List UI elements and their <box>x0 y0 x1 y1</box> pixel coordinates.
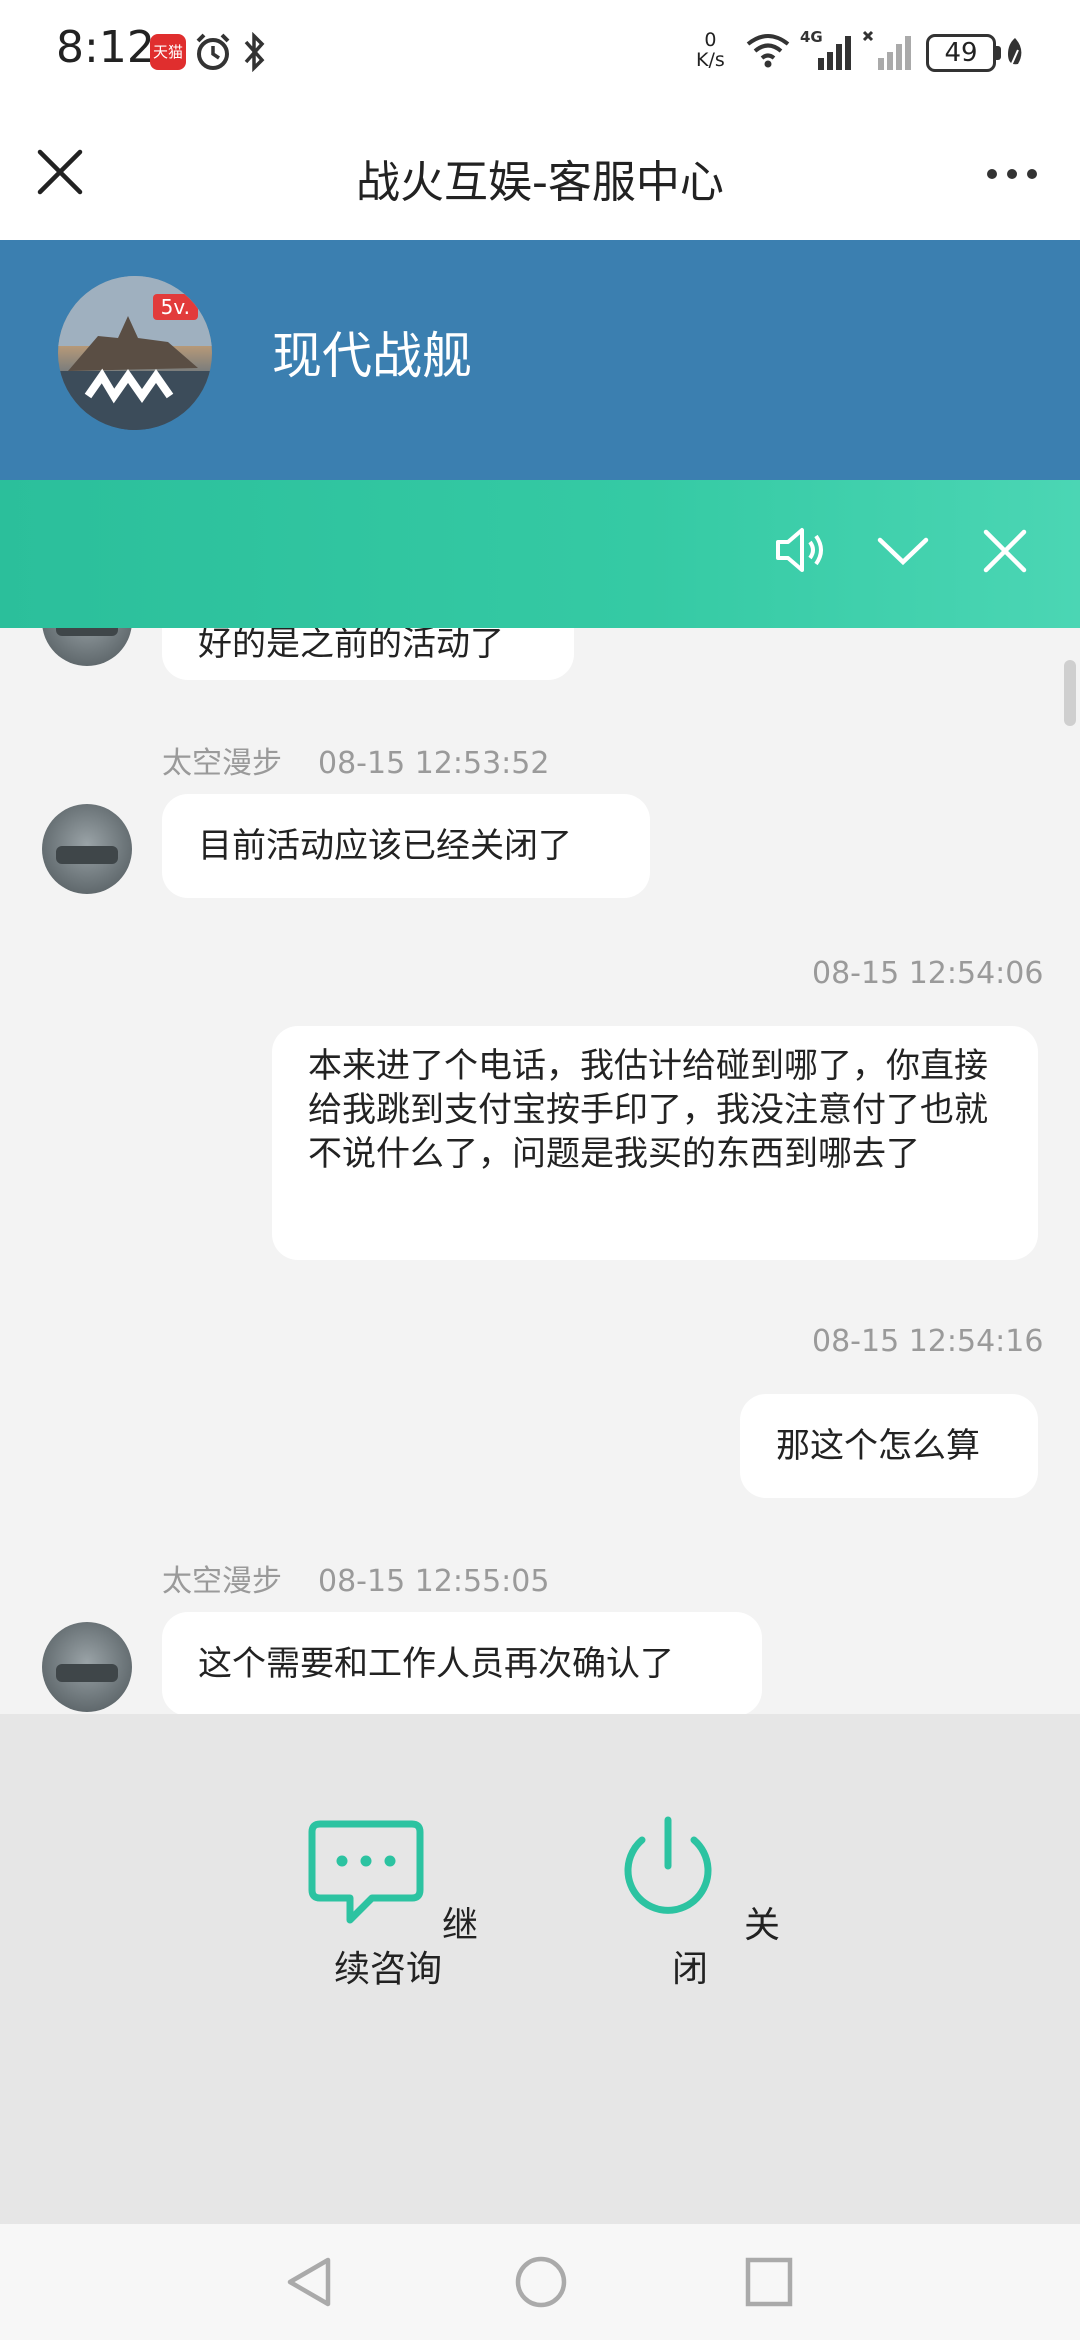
message-time: 08-15 12:53:52 <box>318 746 550 781</box>
message-time: 08-15 12:54:16 <box>812 1324 1044 1359</box>
more-dots-icon[interactable] <box>986 166 1038 185</box>
status-bar: 8:12 天猫 0 K/s 4G 49 <box>0 0 1080 104</box>
system-nav-bar <box>0 2224 1080 2340</box>
chat-area[interactable]: 好的是之前的活动了 太空漫步 08-15 12:53:52 目前活动应该已经关闭了… <box>0 628 1080 1714</box>
bluetooth-icon <box>242 31 266 76</box>
network-speed-value: 0 <box>704 29 717 51</box>
message-text: 本来进了个电话，我估计给碰到哪了，你直接给我跳到支付宝按手印了，我没注意付了也就… <box>308 1046 988 1174</box>
message-sender: 太空漫步 <box>162 1564 282 1599</box>
wifi-icon <box>744 30 792 74</box>
close-label-b: 闭 <box>672 1949 709 1990</box>
home-nav-icon[interactable] <box>514 2254 568 2314</box>
page-title: 战火互娱-客服中心 <box>356 157 724 208</box>
title-bar: 战火互娱-客服中心 <box>0 104 1080 240</box>
continue-label-a: 继 <box>442 1905 479 1946</box>
chat-scrollbar[interactable] <box>1064 660 1076 726</box>
continue-label-b: 续咨询 <box>334 1949 443 1990</box>
close-session-button[interactable] <box>612 1814 724 1930</box>
dismiss-banner-icon[interactable] <box>982 528 1028 578</box>
message-meta: 太空漫步 08-15 12:53:52 <box>162 738 549 782</box>
message-sender: 太空漫步 <box>162 746 282 781</box>
power-icon <box>624 1816 712 1914</box>
status-time: 8:12 <box>56 22 155 73</box>
network-type-label: 4G <box>800 28 823 46</box>
cellular-signal-icon: 4G <box>800 28 856 78</box>
message-bubble-agent: 目前活动应该已经关闭了 <box>162 794 650 898</box>
message-bubble-user: 那这个怎么算 <box>740 1394 1038 1498</box>
service-header: 5v. 现代战舰 <box>0 240 1080 480</box>
agent-avatar <box>42 804 132 894</box>
tmall-app-icon: 天猫 <box>150 34 186 70</box>
action-panel: 继 续咨询 关 闭 <box>0 1714 1080 2224</box>
battery-indicator: 49 <box>926 34 996 72</box>
message-bubble-user: 本来进了个电话，我估计给碰到哪了，你直接给我跳到支付宝按手印了，我没注意付了也就… <box>272 1026 1038 1260</box>
speaker-icon[interactable] <box>774 524 828 580</box>
power-saving-leaf-icon <box>1004 36 1026 74</box>
alarm-icon <box>194 32 232 76</box>
game-avatar: 5v. <box>58 276 212 430</box>
continue-consult-button[interactable] <box>306 1818 426 1932</box>
chat-bubble-icon <box>308 1820 424 1924</box>
message-text: 这个需要和工作人员再次确认了 <box>198 1644 674 1684</box>
avatar-badge: 5v. <box>152 294 198 320</box>
service-title: 现代战舰 <box>272 327 472 385</box>
message-meta: 太空漫步 08-15 12:55:05 <box>162 1556 549 1600</box>
message-bubble-partial: 好的是之前的活动了 <box>162 628 574 680</box>
close-label-a: 关 <box>744 1905 781 1946</box>
message-text: 好的是之前的活动了 <box>198 628 504 664</box>
network-speed-unit: K/s <box>696 49 725 71</box>
message-text: 那这个怎么算 <box>776 1426 980 1466</box>
back-nav-icon[interactable] <box>284 2254 334 2314</box>
notice-banner <box>0 480 1080 628</box>
network-speed: 0 K/s <box>696 30 725 70</box>
recents-nav-icon[interactable] <box>744 2254 794 2314</box>
message-time: 08-15 12:55:05 <box>318 1564 550 1599</box>
message-time: 08-15 12:54:06 <box>812 956 1044 991</box>
battery-tip <box>996 46 1001 60</box>
message-text: 目前活动应该已经关闭了 <box>198 826 572 866</box>
message-bubble-agent: 这个需要和工作人员再次确认了 <box>162 1612 762 1714</box>
sim2-signal-icon <box>862 28 918 78</box>
agent-avatar <box>42 1622 132 1712</box>
agent-avatar <box>42 628 132 666</box>
chevron-down-icon[interactable] <box>876 536 930 570</box>
